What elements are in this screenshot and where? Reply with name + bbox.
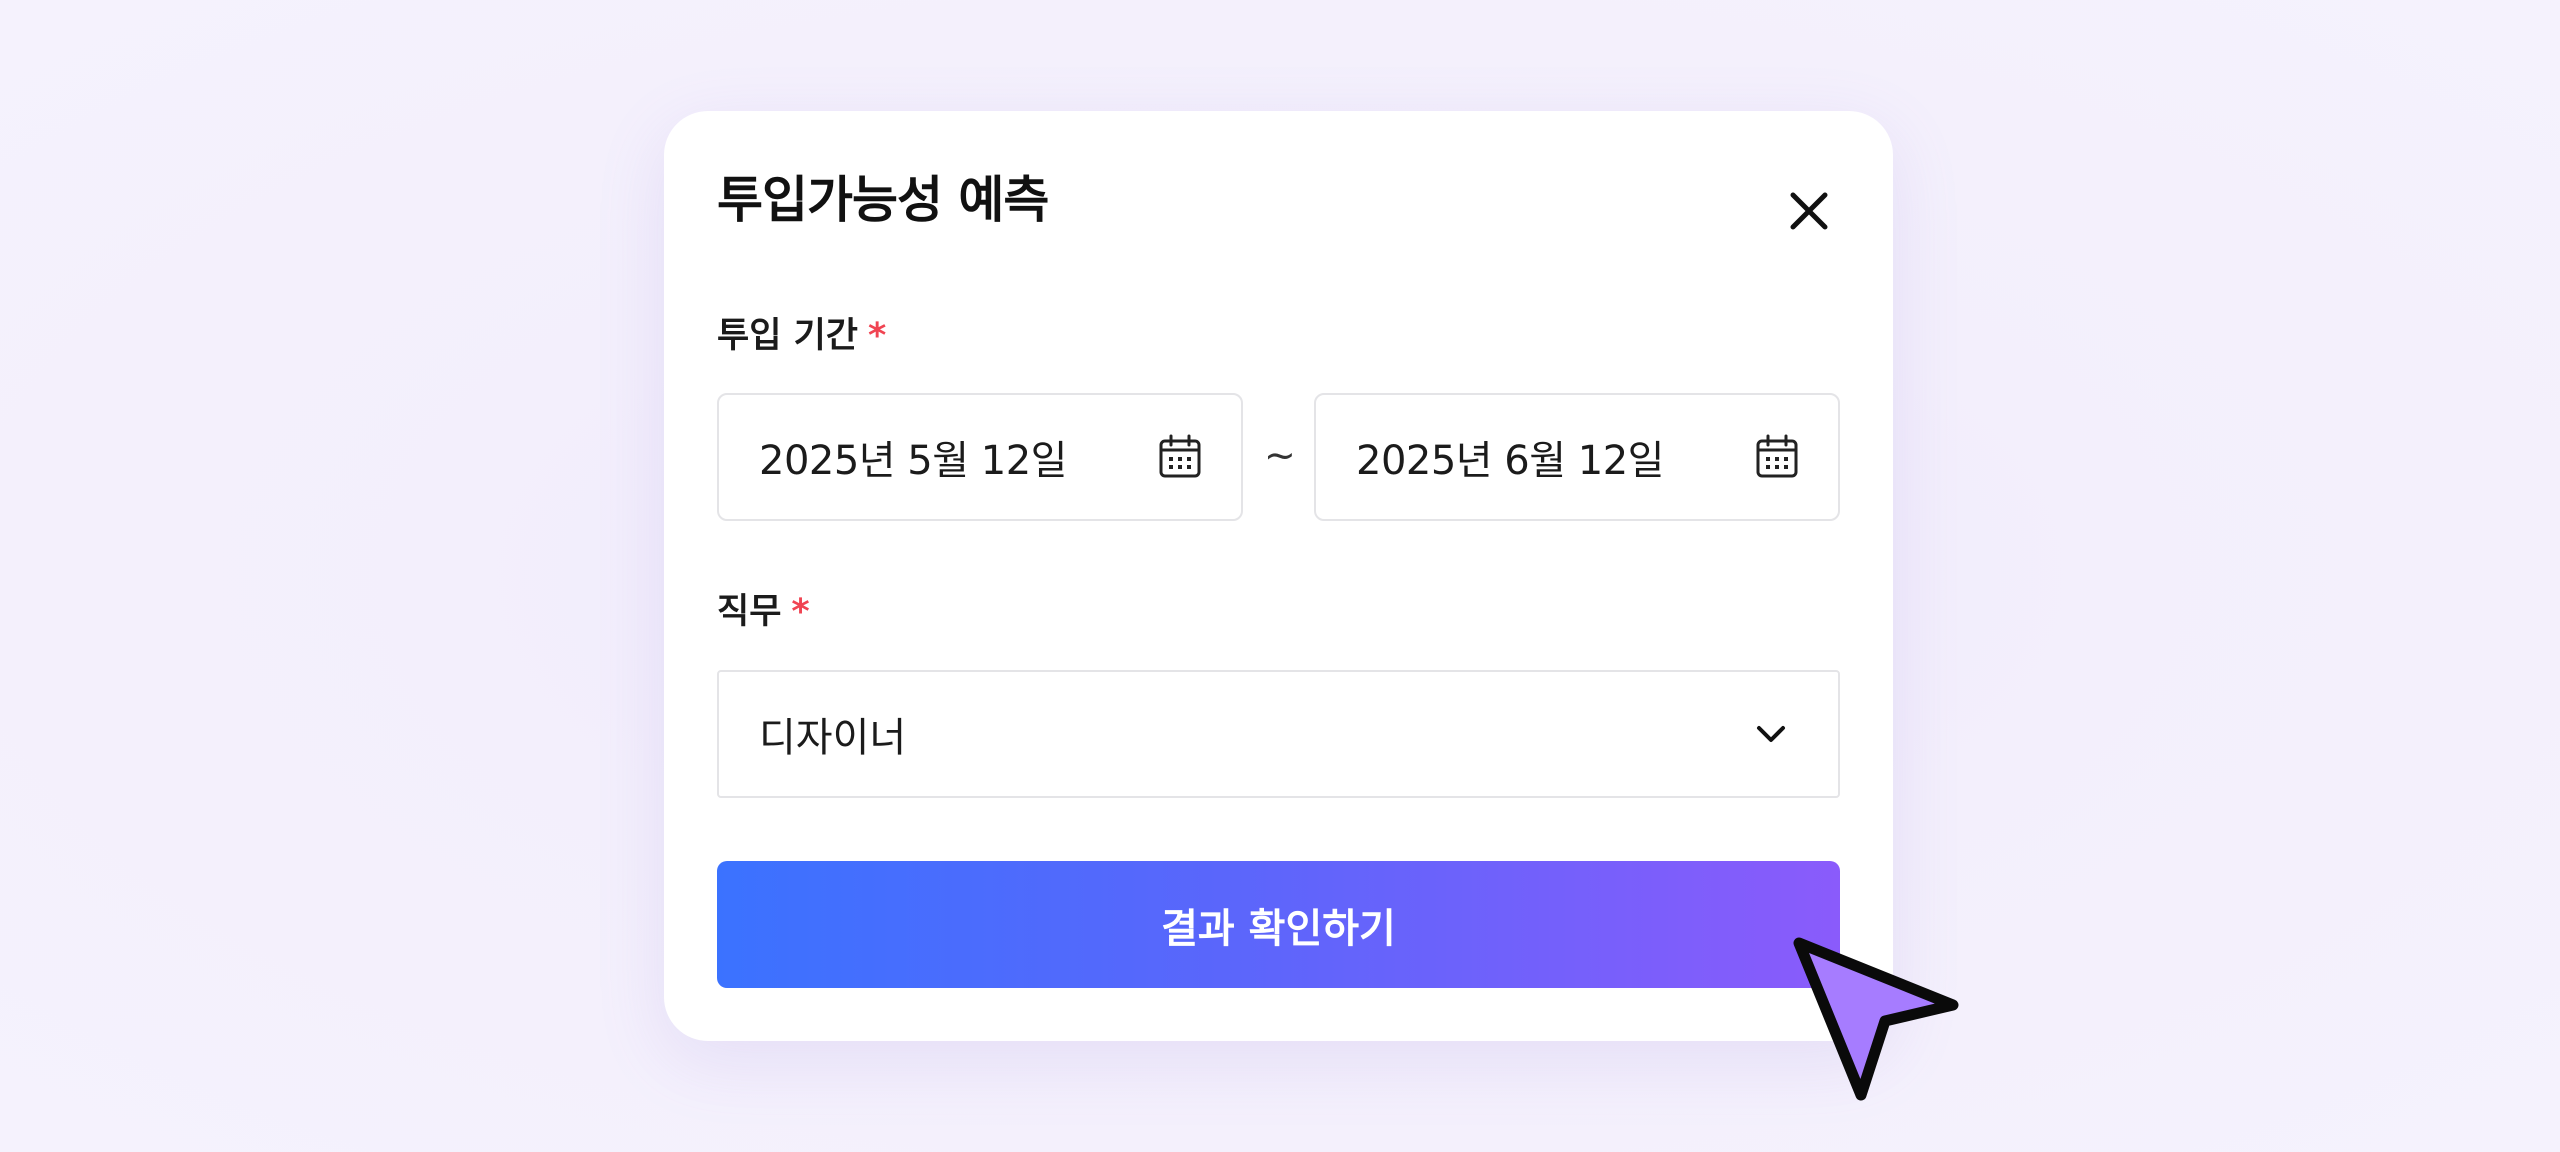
end-date-value: 2025년 6월 12일 bbox=[1356, 438, 1664, 484]
role-label-text: 직무 bbox=[717, 592, 782, 632]
role-selected-value: 디자이너 bbox=[759, 715, 907, 761]
role-label: 직무 * bbox=[717, 595, 810, 630]
prediction-modal: 투입가능성 예측 투입 기간 * 2025년 5월 12일 ~ 2025년 6월… bbox=[664, 111, 1893, 1041]
date-range-separator: ~ bbox=[1264, 433, 1296, 477]
required-mark: * bbox=[791, 592, 810, 632]
calendar-icon[interactable] bbox=[1754, 434, 1800, 480]
chevron-down-icon bbox=[1757, 726, 1785, 742]
cursor-pointer-icon bbox=[1793, 937, 1959, 1101]
close-icon bbox=[1790, 192, 1828, 230]
end-date-field[interactable]: 2025년 6월 12일 bbox=[1314, 393, 1840, 521]
calendar-icon[interactable] bbox=[1157, 434, 1203, 480]
close-button[interactable] bbox=[1783, 185, 1835, 237]
background: 투입가능성 예측 투입 기간 * 2025년 5월 12일 ~ 2025년 6월… bbox=[0, 0, 2560, 1152]
start-date-value: 2025년 5월 12일 bbox=[759, 438, 1067, 484]
check-result-button[interactable]: 결과 확인하기 bbox=[717, 861, 1840, 988]
role-select[interactable]: 디자이너 bbox=[717, 670, 1840, 798]
period-label: 투입 기간 * bbox=[717, 319, 886, 354]
modal-title: 투입가능성 예측 bbox=[717, 171, 1049, 229]
required-mark: * bbox=[868, 316, 887, 356]
period-label-text: 투입 기간 bbox=[717, 316, 858, 356]
start-date-field[interactable]: 2025년 5월 12일 bbox=[717, 393, 1243, 521]
